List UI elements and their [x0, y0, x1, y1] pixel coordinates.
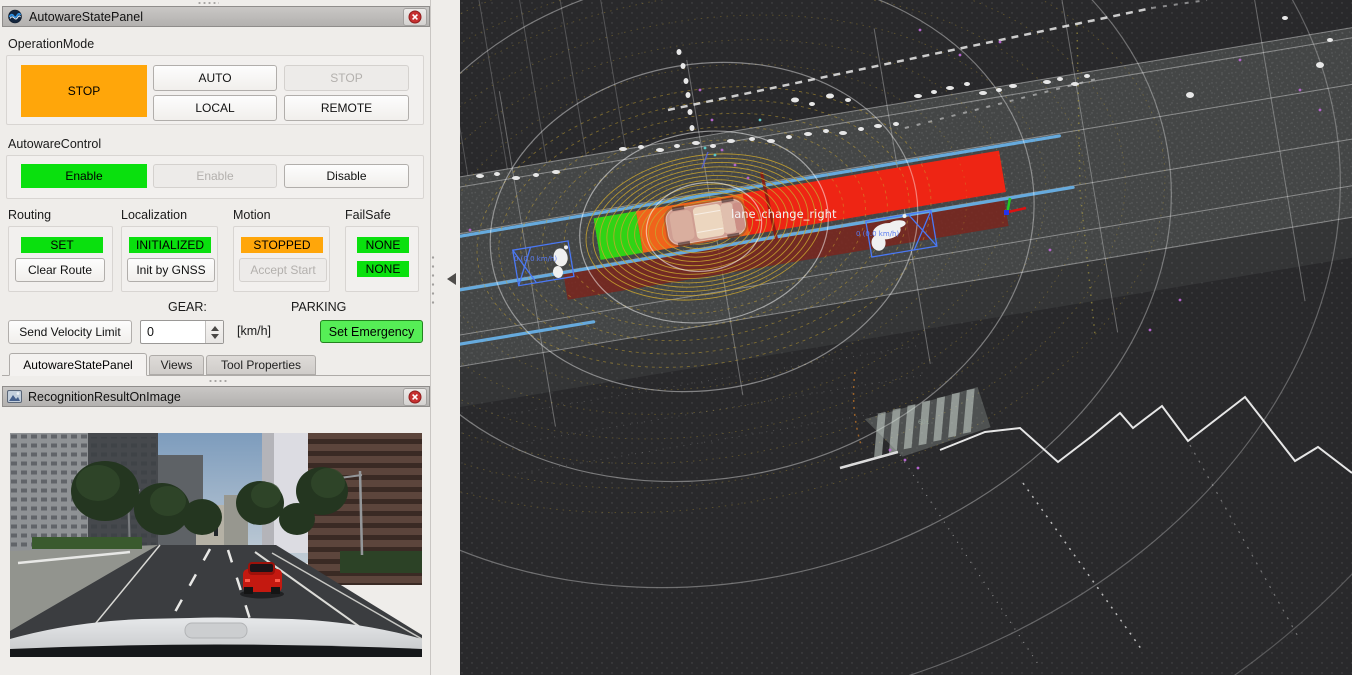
localization-state-badge: INITIALIZED [129, 237, 211, 253]
recognition-panel-titlebar[interactable]: RecognitionResultOnImage [2, 386, 430, 407]
failsafe-state-badge-1: NONE [357, 237, 409, 253]
close-icon [408, 390, 422, 404]
init-by-gnss-button[interactable]: Init by GNSS [127, 258, 215, 282]
routing-state-badge: SET [21, 237, 103, 253]
velocity-limit-value[interactable]: 0 [141, 325, 205, 339]
lanelet-id-label: 601 [918, 419, 930, 426]
velocity-limit-spinbox[interactable]: 0 [140, 320, 224, 344]
failsafe-group [345, 226, 419, 292]
spin-down-icon[interactable] [211, 334, 219, 339]
autoware-logo-icon [7, 9, 23, 25]
spinbox-arrows[interactable] [205, 321, 223, 343]
local-mode-button[interactable]: LOCAL [153, 95, 277, 121]
control-enable-button: Enable [153, 164, 277, 188]
stop-mode-button: STOP [284, 65, 409, 91]
control-disable-button[interactable]: Disable [284, 164, 409, 188]
set-emergency-button[interactable]: Set Emergency [320, 320, 423, 343]
object-front-velocity-label: 0 (0.0 km/h) [856, 230, 899, 238]
state-panel-titlebar[interactable]: AutowareStatePanel [2, 6, 430, 27]
state-panel-close-button[interactable] [403, 8, 427, 26]
state-panel-title: AutowareStatePanel [29, 10, 143, 24]
localization-label: Localization [121, 208, 187, 222]
control-enable-indicator[interactable]: Enable [21, 164, 147, 188]
operation-mode-label: OperationMode [8, 37, 94, 51]
send-velocity-limit-button[interactable]: Send Velocity Limit [8, 320, 132, 344]
dock-splitter-handle-top[interactable] [197, 1, 219, 5]
motion-label: Motion [233, 208, 271, 222]
failsafe-label: FailSafe [345, 208, 391, 222]
recognition-panel-close-button[interactable] [403, 388, 427, 406]
motion-state-badge: STOPPED [241, 237, 323, 253]
remote-mode-button[interactable]: REMOTE [284, 95, 409, 121]
image-icon [7, 390, 22, 403]
tab-tool-properties[interactable]: Tool Properties [206, 355, 316, 375]
close-icon [408, 10, 422, 24]
dock-splitter-handle-mid[interactable] [208, 379, 228, 383]
clear-route-button[interactable]: Clear Route [15, 258, 105, 282]
behavior-state-label: lane_change_right [731, 207, 837, 221]
dock-edge [430, 0, 431, 675]
rviz-3d-view[interactable]: 601 [460, 0, 1352, 675]
gear-value: PARKING [291, 300, 346, 314]
failsafe-state-badge-2: NONE [357, 261, 409, 277]
camera-image [10, 433, 422, 657]
tab-views[interactable]: Views [149, 355, 204, 375]
view-splitter-handle[interactable] [431, 253, 435, 305]
collapse-arrow-icon[interactable] [447, 273, 456, 285]
recognition-panel-title: RecognitionResultOnImage [28, 390, 181, 404]
routing-label: Routing [8, 208, 51, 222]
spin-up-icon[interactable] [211, 326, 219, 331]
current-mode-indicator[interactable]: STOP [21, 65, 147, 117]
accept-start-button: Accept Start [239, 258, 327, 282]
autoware-control-label: AutowareControl [8, 137, 101, 151]
object-rear-velocity-label: 0 (0.0 km/h) [514, 255, 557, 263]
auto-mode-button[interactable]: AUTO [153, 65, 277, 91]
tab-autoware-state-panel[interactable]: AutowareStatePanel [9, 353, 147, 376]
gear-label: GEAR: [168, 300, 207, 314]
velocity-unit-label: [km/h] [237, 324, 271, 338]
